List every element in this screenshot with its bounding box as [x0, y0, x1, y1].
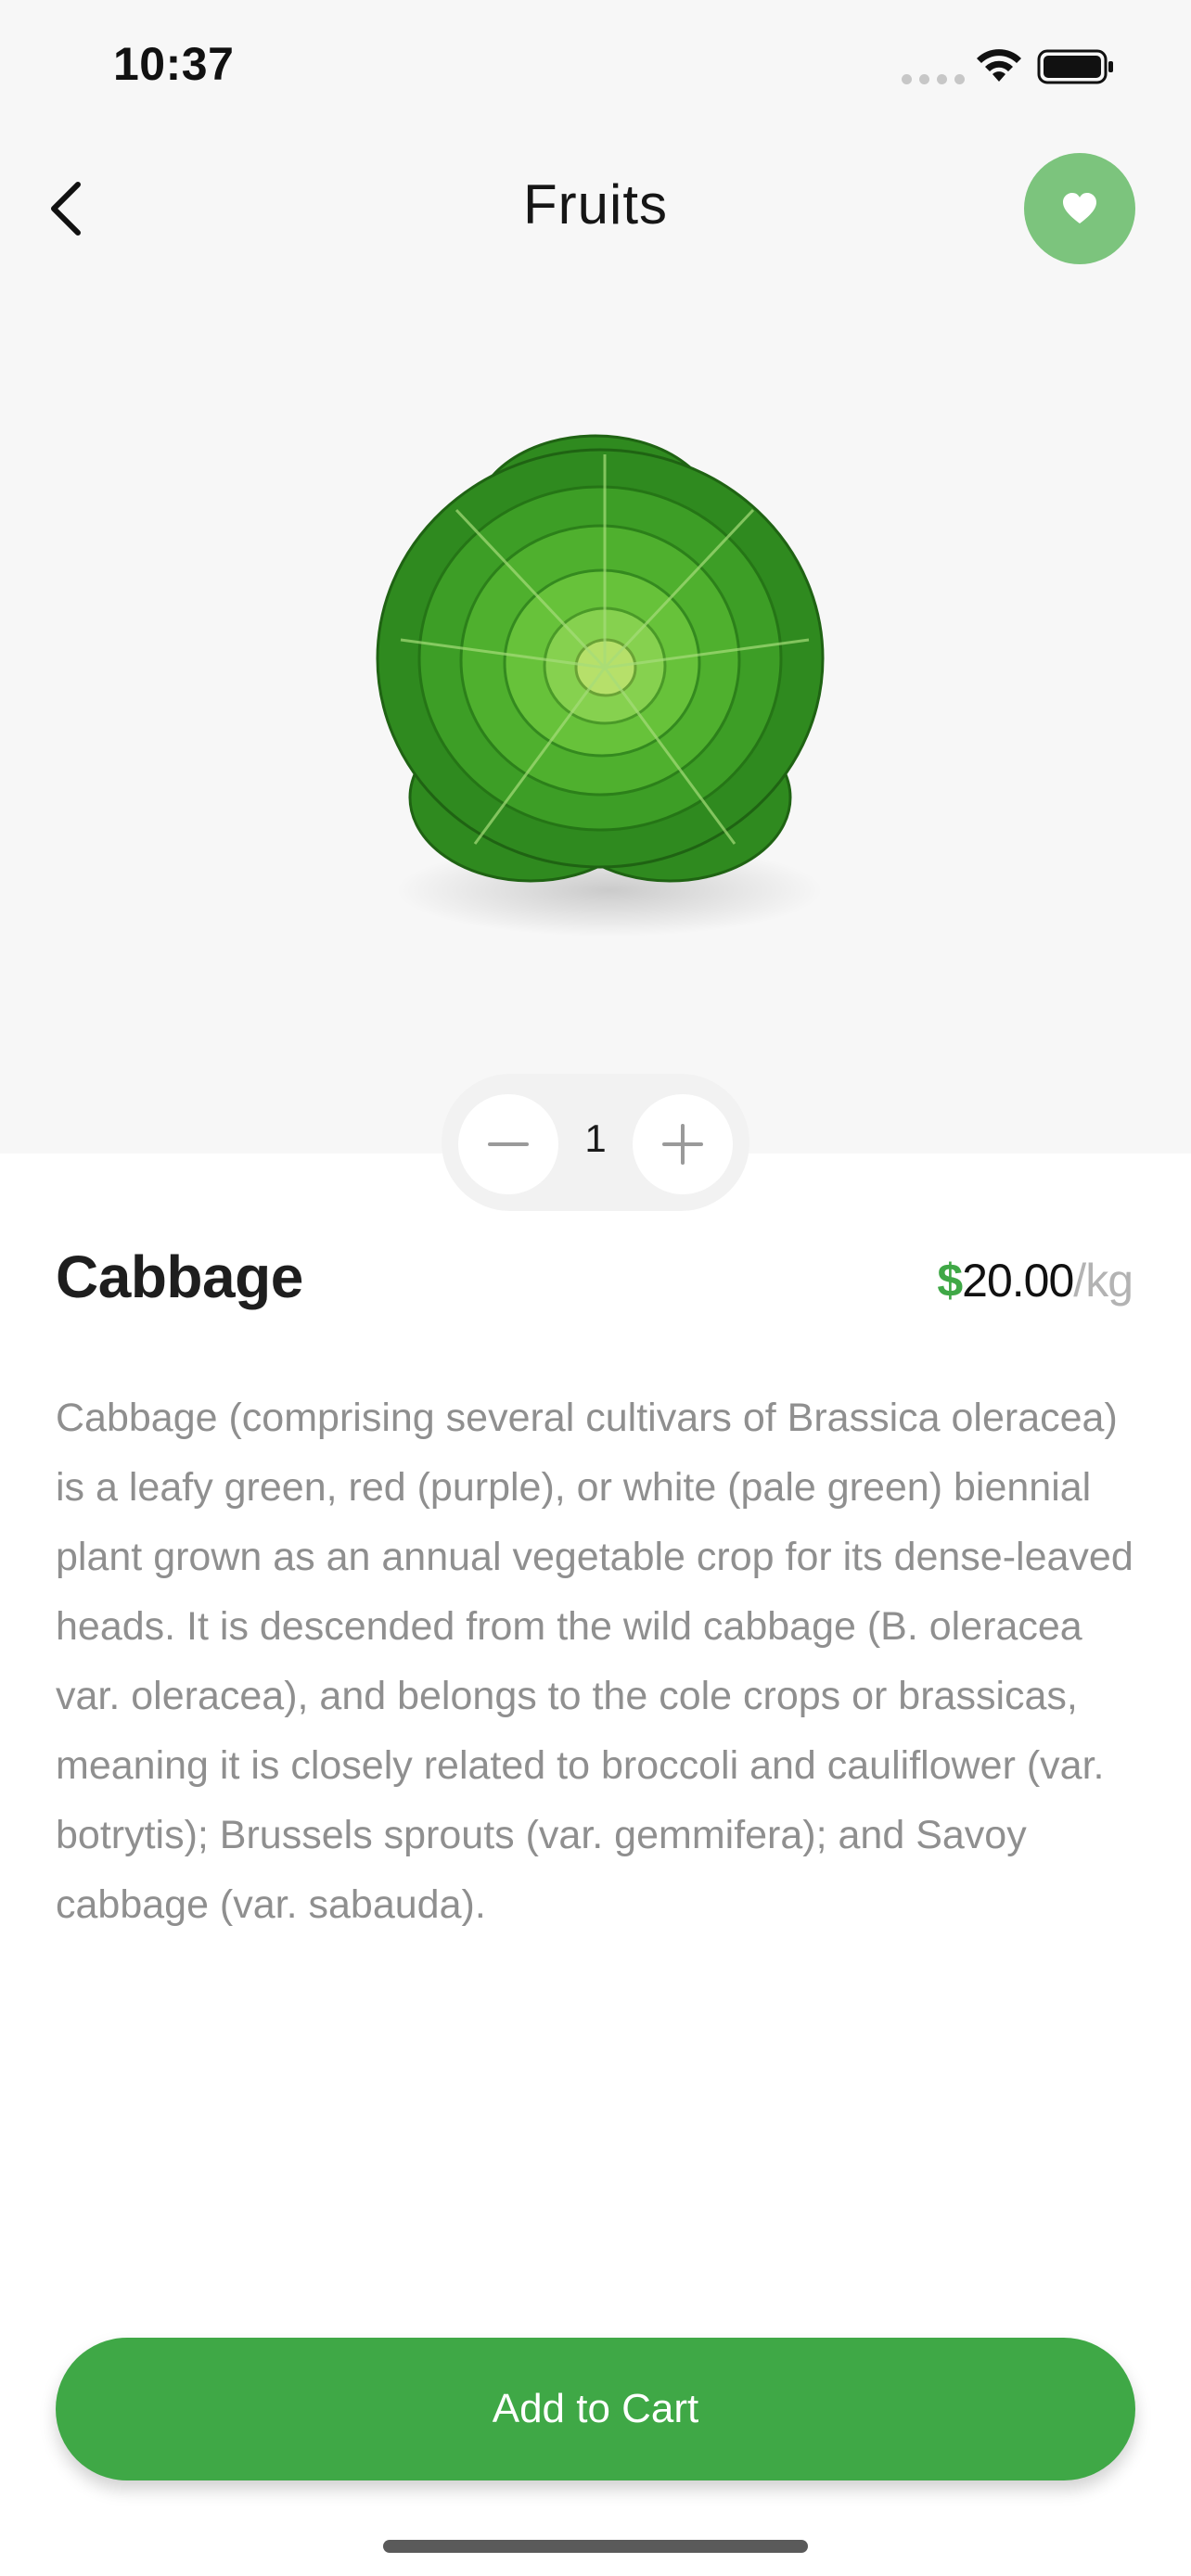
product-description: Cabbage (comprising several cultivars of… — [56, 1396, 1133, 1927]
price-currency: $ — [937, 1255, 963, 1307]
plus-icon — [662, 1124, 703, 1165]
add-to-cart-button[interactable]: Add to Cart — [56, 2338, 1135, 2480]
page-title: Fruits — [523, 173, 668, 236]
battery-icon — [1037, 48, 1115, 90]
price-unit: /kg — [1073, 1255, 1133, 1307]
increase-quantity-button[interactable] — [633, 1094, 733, 1194]
heart-icon — [1063, 193, 1096, 223]
product-name: Cabbage — [56, 1243, 303, 1310]
cellular-signal-icon — [902, 74, 965, 84]
home-indicator — [383, 2540, 808, 2553]
favorite-button[interactable] — [1024, 153, 1135, 264]
product-image — [345, 408, 846, 937]
quantity-stepper: 1 — [442, 1074, 749, 1211]
wifi-icon — [974, 46, 1024, 88]
product-price: $20.00/kg — [937, 1254, 1133, 1307]
status-time: 10:37 — [113, 38, 235, 90]
price-amount: 20.00 — [962, 1255, 1074, 1307]
